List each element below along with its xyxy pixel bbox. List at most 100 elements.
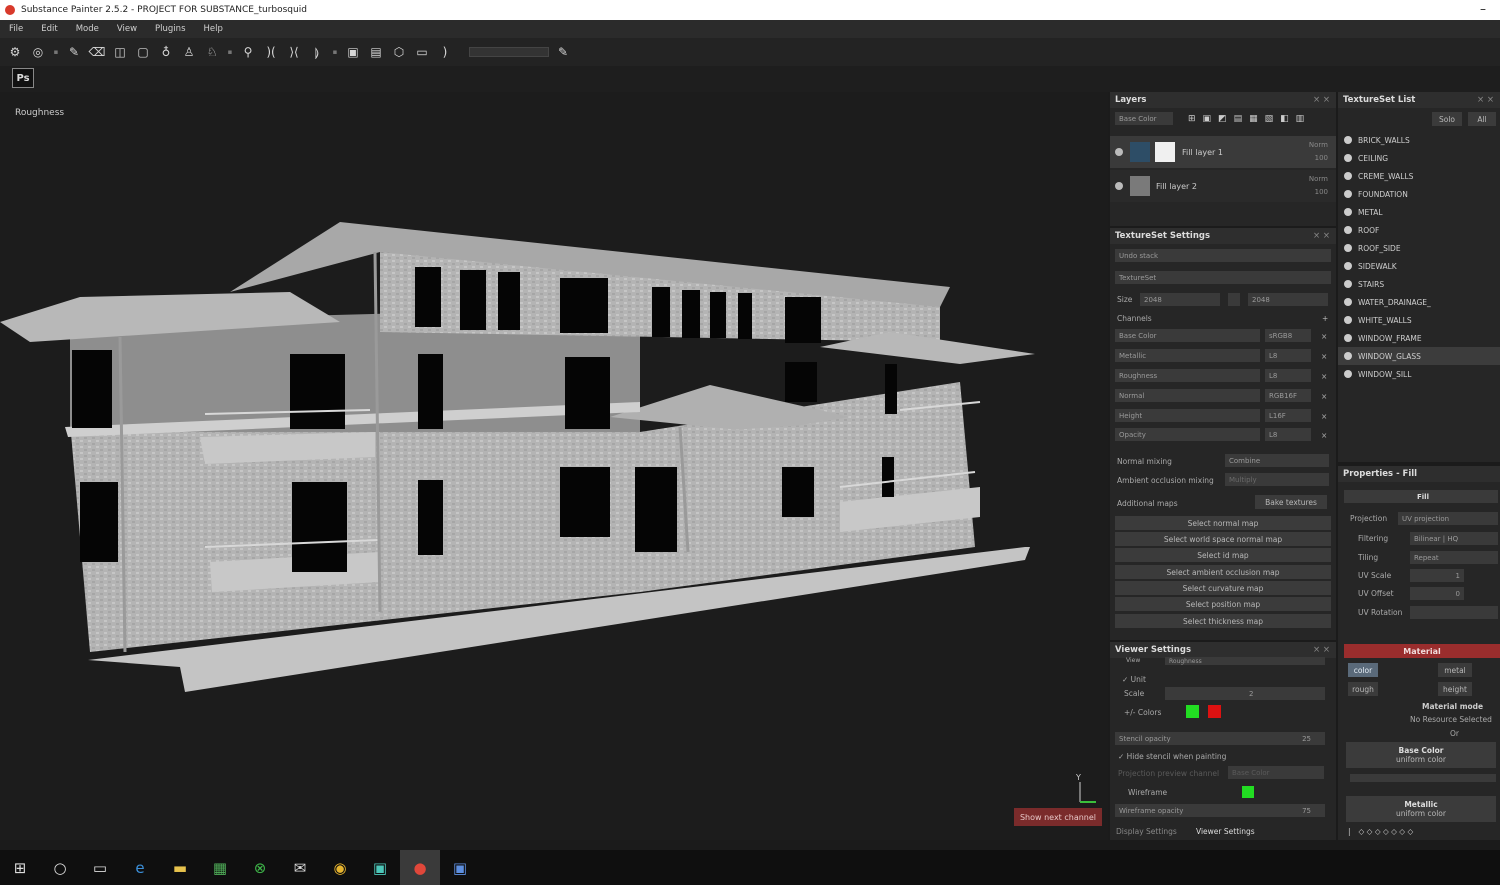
visibility-icon[interactable] bbox=[1344, 226, 1352, 234]
visibility-icon[interactable] bbox=[1344, 298, 1352, 306]
substance-designer-icon[interactable]: ▣ bbox=[360, 850, 400, 885]
photoshop-icon[interactable]: ▣ bbox=[440, 850, 480, 885]
hide-stencil-checkbox[interactable]: ✓ Hide stencil when painting bbox=[1118, 749, 1226, 763]
remove-channel-icon[interactable]: × bbox=[1321, 389, 1327, 403]
textureset-item[interactable]: CREME_WALLS bbox=[1338, 167, 1500, 185]
menu-view[interactable]: View bbox=[117, 24, 137, 34]
textureset-item[interactable]: METAL bbox=[1338, 203, 1500, 221]
size-select-2[interactable]: 2048 bbox=[1248, 293, 1328, 306]
symmetry-icon[interactable]: )( bbox=[262, 43, 280, 61]
opacity-slider[interactable] bbox=[469, 47, 549, 57]
3d-viewport[interactable]: Y bbox=[0, 92, 1108, 840]
uv-scale-input[interactable]: 1 bbox=[1410, 569, 1464, 582]
material-metal-toggle[interactable]: metal bbox=[1438, 663, 1472, 677]
camera-settings-icon[interactable]: ⚙ bbox=[6, 43, 24, 61]
close-icon[interactable]: × × bbox=[1477, 95, 1494, 105]
menu-edit[interactable]: Edit bbox=[41, 24, 57, 34]
textureset-item-selected[interactable]: WINDOW_GLASS bbox=[1338, 347, 1500, 365]
scale-slider[interactable]: 2 bbox=[1165, 687, 1325, 700]
ao-mixing-select[interactable]: Multiply bbox=[1225, 473, 1329, 486]
base-color-swatch[interactable] bbox=[1350, 774, 1496, 782]
channel-format[interactable]: L8 bbox=[1265, 428, 1311, 441]
channel-select[interactable]: Base Color bbox=[1115, 112, 1173, 125]
remove-channel-icon[interactable]: × bbox=[1321, 409, 1327, 423]
symmetry-x-icon[interactable]: ⟩⟨ bbox=[285, 43, 303, 61]
add-effect-icon[interactable]: ▤ bbox=[1234, 114, 1243, 124]
select-id-map-button[interactable]: Select id map bbox=[1115, 548, 1331, 562]
add-fill-layer-icon[interactable]: ⊞ bbox=[1188, 114, 1196, 124]
file-explorer-icon[interactable]: ▬ bbox=[160, 850, 200, 885]
negative-color-swatch[interactable] bbox=[1208, 705, 1221, 718]
visibility-icon[interactable] bbox=[1344, 316, 1352, 324]
positive-color-swatch[interactable] bbox=[1186, 705, 1199, 718]
textureset-item[interactable]: WATER_DRAINAGE_ bbox=[1338, 293, 1500, 311]
select-curvature-map-button[interactable]: Select curvature map bbox=[1115, 581, 1331, 595]
iray-icon[interactable]: ) bbox=[436, 43, 454, 61]
channel-format[interactable]: L8 bbox=[1265, 349, 1311, 362]
show-next-channel-button[interactable]: Show next channel bbox=[1014, 808, 1102, 826]
symmetry-y-icon[interactable]: ⟭ bbox=[308, 43, 326, 61]
close-icon[interactable]: × × bbox=[1313, 231, 1330, 241]
fill-section-header[interactable]: Fill bbox=[1344, 490, 1498, 503]
substance-painter-icon[interactable]: ● bbox=[400, 850, 440, 885]
metallic-button[interactable]: Metallic uniform color bbox=[1346, 796, 1496, 822]
visibility-icon[interactable] bbox=[1115, 182, 1123, 190]
visibility-icon[interactable] bbox=[1344, 352, 1352, 360]
uv-offset-input[interactable]: 0 bbox=[1410, 587, 1464, 600]
textureset-field[interactable]: TextureSet bbox=[1115, 271, 1331, 284]
tiling-select[interactable]: Repeat bbox=[1410, 551, 1498, 564]
task-view-icon[interactable]: ▭ bbox=[80, 850, 120, 885]
select-thickness-map-button[interactable]: Select thickness map bbox=[1115, 614, 1331, 628]
visibility-icon[interactable] bbox=[1344, 172, 1352, 180]
visibility-icon[interactable] bbox=[1344, 262, 1352, 270]
filtering-select[interactable]: Bilinear | HQ bbox=[1410, 532, 1498, 545]
edge-browser-icon[interactable]: e bbox=[120, 850, 160, 885]
textureset-item[interactable]: WINDOW_FRAME bbox=[1338, 329, 1500, 347]
eraser-icon[interactable]: ⌫ bbox=[88, 43, 106, 61]
channel-format[interactable]: L16F bbox=[1265, 409, 1311, 422]
view-select[interactable]: Roughness bbox=[1165, 657, 1325, 665]
windows-start-icon[interactable]: ⊞ bbox=[0, 850, 40, 885]
filter-icon[interactable]: ▧ bbox=[1265, 114, 1274, 124]
xbox-icon[interactable]: ⊗ bbox=[240, 850, 280, 885]
material-rough-toggle[interactable]: rough bbox=[1348, 682, 1378, 696]
remove-channel-icon[interactable]: × bbox=[1321, 369, 1327, 383]
menu-mode[interactable]: Mode bbox=[76, 24, 99, 34]
material-section-header[interactable]: Material bbox=[1344, 644, 1500, 658]
material-picker-icon[interactable]: ♘ bbox=[203, 43, 221, 61]
remove-channel-icon[interactable]: × bbox=[1321, 349, 1327, 363]
projection-select[interactable]: UV projection bbox=[1398, 512, 1498, 525]
camera-mode-icon[interactable]: ▤ bbox=[367, 43, 385, 61]
solo-button[interactable]: Solo bbox=[1432, 112, 1462, 126]
channel-format[interactable]: L8 bbox=[1265, 369, 1311, 382]
visibility-icon[interactable] bbox=[1344, 154, 1352, 162]
layer-row[interactable]: Fill layer 2 Norm 100 bbox=[1110, 170, 1336, 202]
clone-stamp-icon[interactable]: ♙ bbox=[180, 43, 198, 61]
channel-format[interactable]: sRGB8 bbox=[1265, 329, 1311, 342]
bake-textures-button[interactable]: Bake textures bbox=[1255, 495, 1327, 509]
eyedropper-icon[interactable]: ⚲ bbox=[239, 43, 257, 61]
textureset-item[interactable]: FOUNDATION bbox=[1338, 185, 1500, 203]
duplicate-icon[interactable]: ◧ bbox=[1280, 114, 1289, 124]
menu-help[interactable]: Help bbox=[204, 24, 223, 34]
textureset-item[interactable]: WHITE_WALLS bbox=[1338, 311, 1500, 329]
search-circle-icon[interactable]: ○ bbox=[40, 850, 80, 885]
smudge-icon[interactable]: ♁ bbox=[157, 43, 175, 61]
visibility-icon[interactable] bbox=[1344, 136, 1352, 144]
textureset-item[interactable]: CEILING bbox=[1338, 149, 1500, 167]
display-mode-icon[interactable]: ▣ bbox=[344, 43, 362, 61]
layer-row[interactable]: Fill layer 1 Norm 100 bbox=[1110, 136, 1336, 168]
textureset-item[interactable]: STAIRS bbox=[1338, 275, 1500, 293]
menu-plugins[interactable]: Plugins bbox=[155, 24, 185, 34]
undo-stack-field[interactable]: Undo stack bbox=[1115, 249, 1331, 262]
visibility-icon[interactable] bbox=[1344, 334, 1352, 342]
material-color-toggle[interactable]: color bbox=[1348, 663, 1378, 677]
add-mask-icon[interactable]: ◩ bbox=[1218, 114, 1227, 124]
cube-view-icon[interactable]: ⬡ bbox=[390, 43, 408, 61]
size-lock-icon[interactable] bbox=[1228, 293, 1240, 306]
slider-handle-icon[interactable]: | bbox=[1348, 827, 1351, 836]
channel-format[interactable]: RGB16F bbox=[1265, 389, 1311, 402]
visibility-icon[interactable] bbox=[1344, 280, 1352, 288]
textureset-item[interactable]: SIDEWALK bbox=[1338, 257, 1500, 275]
select-normal-map-button[interactable]: Select normal map bbox=[1115, 516, 1331, 530]
